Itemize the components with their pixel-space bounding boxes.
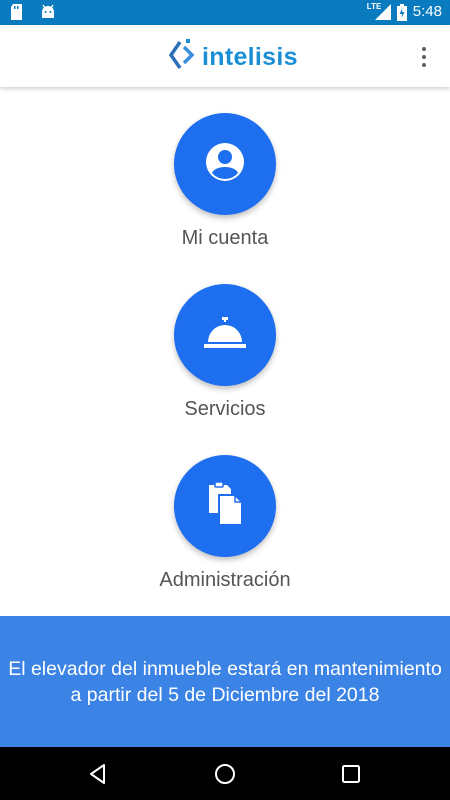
status-bar: LTE 5:48 [0, 0, 450, 25]
sd-card-icon [10, 4, 26, 20]
overflow-menu-icon[interactable] [412, 43, 436, 71]
services-action[interactable]: Servicios [0, 284, 450, 421]
back-icon[interactable] [84, 760, 112, 788]
services-label: Servicios [184, 398, 266, 420]
navigation-bar [0, 747, 450, 800]
logo-text: intelisis [202, 43, 298, 71]
clock: 5:48 [412, 3, 442, 20]
intelisis-logo-icon [168, 39, 198, 76]
services-button[interactable] [174, 284, 276, 386]
network-type: LTE [366, 1, 382, 11]
administration-action[interactable]: Administración [0, 455, 450, 592]
service-bell-icon [202, 315, 248, 356]
administration-button[interactable] [174, 455, 276, 557]
administration-label: Administración [159, 569, 291, 591]
account-icon [205, 142, 245, 187]
notice-banner: El elevador del inmueble estará en mante… [0, 616, 450, 747]
documents-icon [205, 480, 245, 532]
my-account-label: Mi cuenta [181, 227, 269, 249]
recents-icon[interactable] [337, 760, 365, 788]
app-bar: intelisis [0, 25, 450, 87]
notice-message: El elevador del inmueble estará en mante… [8, 657, 442, 706]
signal-icon: LTE [366, 1, 391, 20]
android-icon [40, 4, 56, 20]
app-logo: intelisis [168, 39, 298, 76]
battery-icon [396, 3, 407, 21]
my-account-action[interactable]: Mi cuenta [0, 113, 450, 250]
my-account-button[interactable] [174, 113, 276, 215]
home-icon[interactable] [211, 760, 239, 788]
